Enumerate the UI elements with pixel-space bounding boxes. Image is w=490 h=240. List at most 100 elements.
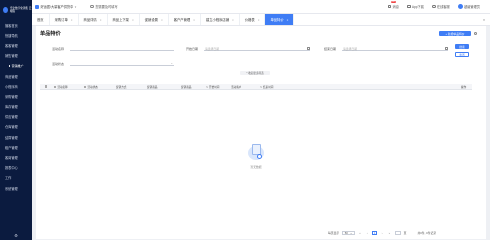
sidebar-item-warehouse[interactable]: 仓库管理 (0, 122, 32, 132)
sidebar-item-shortcuts[interactable]: 快捷导航 (0, 30, 32, 40)
tab-product-listing[interactable]: 商品上下架 × (108, 14, 140, 25)
sidebar-item-label: 采购管理 (5, 94, 18, 99)
activity-name-input[interactable] (70, 46, 174, 51)
sidebar-item-label: 结算管理 (5, 135, 18, 140)
column-label: 结束时间 (263, 86, 274, 90)
avatar (457, 4, 463, 9)
column-label: 促销方式 (116, 86, 127, 90)
store-icon (35, 4, 39, 9)
close-icon[interactable]: × (100, 18, 102, 22)
close-icon[interactable]: × (258, 18, 260, 22)
sidebar-item-reports[interactable]: 报表中心 (0, 163, 32, 173)
tab-purchase-orders[interactable]: 采购订单 × (50, 14, 79, 25)
goto-page-label: 页 (403, 231, 407, 235)
prev-page-icon[interactable]: ‹ (365, 231, 369, 235)
online-service-button[interactable]: 在线客服 (431, 4, 450, 9)
tab-product-details[interactable]: 商品详情 × (79, 14, 108, 25)
column-label: 促销商品 (147, 86, 158, 90)
tab-label: 单品特价 (270, 18, 284, 22)
pagination: 每页显示 50 ⌄ « ‹ 1 › » 页 共0条, 0条记录 (328, 230, 436, 236)
close-icon[interactable]: × (71, 18, 73, 22)
sidebar-item-sales[interactable]: 销售管理 (0, 51, 32, 61)
end-date-input[interactable]: 请选择日期 (342, 46, 448, 51)
sidebar-subitem-marketing[interactable]: 营销推广 (0, 61, 32, 71)
checkbox-icon (45, 85, 48, 88)
messages-label: 消息 (392, 5, 399, 9)
logo-icon (3, 7, 8, 13)
tabs-more-icon[interactable]: ▾ (478, 14, 490, 25)
column-header[interactable]: 活动状态 (84, 85, 98, 89)
column-header[interactable]: 促销方式 (116, 85, 126, 89)
column-label: 促销商品 (181, 86, 192, 90)
settings-gear-icon[interactable]: ⚙ (0, 233, 32, 238)
end-date-placeholder: 请选择日期 (343, 46, 357, 51)
start-date-input[interactable]: 请选择日期 (204, 46, 310, 51)
select-all-checkbox[interactable] (45, 85, 48, 88)
per-page-select[interactable]: 50 ⌄ (342, 230, 355, 236)
sidebar-item-label: 销售管理 (5, 54, 18, 59)
sidebar-item-home[interactable]: 播客首页 (0, 20, 32, 30)
close-icon[interactable]: × (132, 18, 134, 22)
column-header[interactable]: 促销商品 (181, 85, 191, 89)
activity-name-label: 活动名称 (52, 47, 65, 51)
page-tabs: 首页 采购订单 × 商品详情 × 商品上下架 × 促销设置 × 客户户管理 × 建立小程序… (32, 14, 490, 26)
next-page-icon[interactable]: › (380, 231, 384, 235)
empty-data-icon (246, 142, 266, 164)
activity-status-select[interactable]: ⌄ (70, 61, 174, 66)
goto-page-input[interactable] (394, 230, 401, 236)
tab-label: 客户户管理 (173, 18, 191, 22)
tab-promotions[interactable]: 促销设置 × (140, 14, 169, 25)
first-page-icon[interactable]: « (358, 231, 362, 235)
notice-text: 您需要及时填写 (95, 5, 118, 9)
last-page-icon[interactable]: » (387, 231, 391, 235)
refresh-icon[interactable] (474, 32, 477, 35)
column-header[interactable]: 活动名称 (54, 85, 68, 89)
sidebar-item-products[interactable]: 商品管理 (0, 71, 32, 81)
sidebar-item-settlement[interactable]: 结算管理 (0, 132, 32, 142)
sidebar-item-posts[interactable]: 客岗管理 (0, 152, 32, 162)
tab-price-list[interactable]: 价格表 × (240, 14, 266, 25)
message-icon (387, 4, 392, 9)
notice[interactable]: 您需要及时填写 (90, 4, 118, 9)
reset-button[interactable]: 重置 (455, 52, 469, 57)
sidebar-item-customers[interactable]: 客客管理 (0, 40, 32, 50)
current-page[interactable]: 1 (372, 230, 377, 236)
tab-single-item-special[interactable]: 单品特价 × (265, 14, 295, 25)
column-header[interactable]: ⇅ 结束时间 (260, 85, 274, 90)
close-icon[interactable]: × (287, 18, 289, 22)
close-icon[interactable]: × (232, 18, 234, 22)
tab-miniprogram-store[interactable]: 建立小程序店铺 × (201, 14, 240, 25)
empty-text: 暂无数据 (250, 165, 262, 169)
store-selector[interactable]: 好运居/大量客户供货中 ▾ (35, 4, 76, 9)
sidebar-item-label: 租户管理 (5, 145, 18, 150)
sidebar-item-inventory[interactable]: 库存管理 (0, 102, 32, 112)
close-icon[interactable]: × (193, 18, 195, 22)
sidebar-item-tenants[interactable]: 租户管理 (0, 142, 32, 152)
calendar-icon (445, 46, 448, 50)
sidebar-item-supply[interactable]: 供应管理 (0, 112, 32, 122)
close-icon[interactable]: × (161, 18, 163, 22)
column-header[interactable]: 活动客户 (231, 85, 241, 89)
user-menu[interactable]: 超级管理员 (457, 4, 480, 9)
collapse-filters-toggle[interactable]: ^ 收起更多筛选 (240, 71, 270, 76)
tab-home[interactable]: 首页 (32, 14, 50, 25)
app-download-button[interactable]: App下载 (406, 4, 424, 9)
column-header[interactable]: ⇅ 开始时间 (206, 85, 219, 90)
message-badge: 99+ (390, 1, 397, 3)
sidebar-item-label: 快捷导航 (5, 33, 18, 38)
sidebar-item-work[interactable]: 工作 (0, 173, 32, 183)
sidebar-item-miniprogram[interactable]: 小程序商 (0, 81, 32, 91)
search-button[interactable]: 搜索 (455, 44, 469, 49)
tab-customers[interactable]: 客户户管理 × (169, 14, 201, 25)
add-special-button[interactable]: + 新增单品特价 (439, 31, 471, 36)
per-page-value: 50 (344, 231, 348, 235)
sidebar-item-label: 报表中心 (5, 166, 18, 171)
column-label: 活动名称 (57, 86, 68, 90)
sidebar-item-purchasing[interactable]: 采购管理 (0, 91, 32, 101)
column-header[interactable]: 促销商品 (147, 85, 157, 89)
online-service-label: 在线客服 (436, 5, 450, 9)
sidebar-item-system[interactable]: 系统管理 (0, 183, 32, 193)
chevron-down-icon: ⌄ (170, 61, 173, 65)
messages-button[interactable]: 99+ 消息 (387, 1, 399, 9)
logo: 乐企数字化销售 云端版 (0, 0, 32, 20)
